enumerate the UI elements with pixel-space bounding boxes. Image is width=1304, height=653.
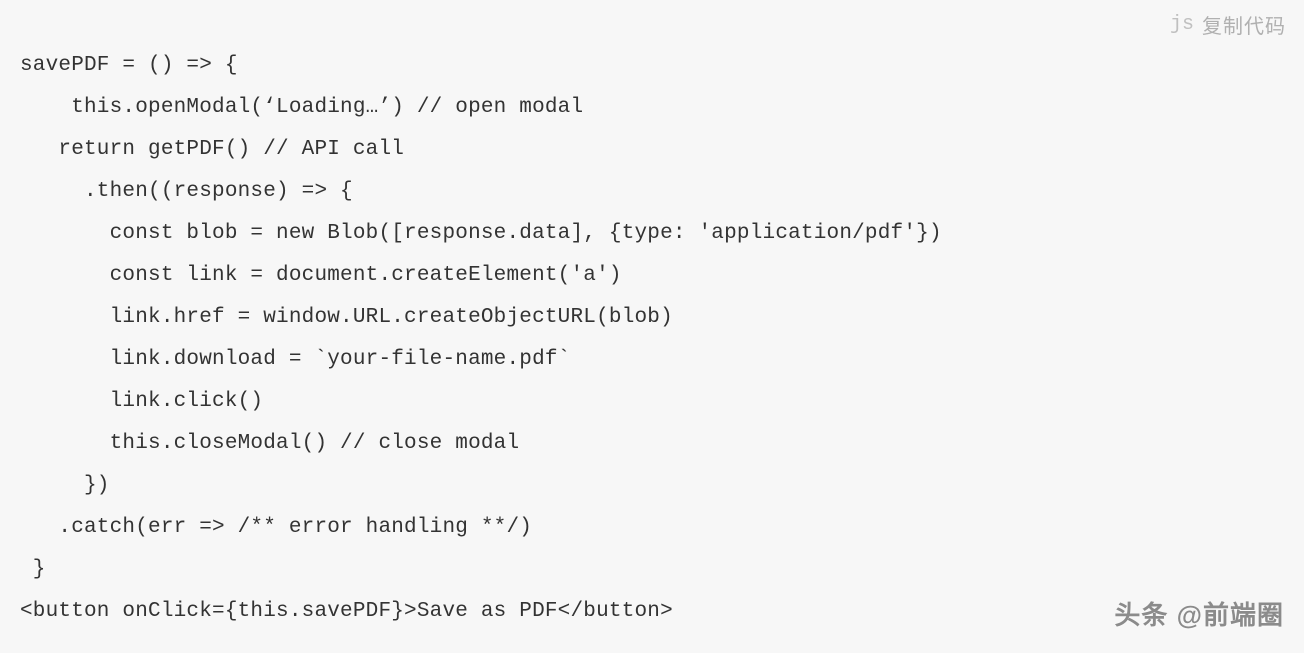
code-content[interactable]: savePDF = () => { this.openModal(‘Loadin… [20, 45, 1284, 633]
code-header: js 复制代码 [1170, 10, 1286, 39]
copy-button[interactable]: 复制代码 [1202, 10, 1286, 39]
language-tag: js [1170, 13, 1194, 36]
code-block-container: js 复制代码 savePDF = () => { this.openModal… [0, 0, 1304, 653]
watermark: 头条 @前端圈 [1114, 595, 1284, 632]
